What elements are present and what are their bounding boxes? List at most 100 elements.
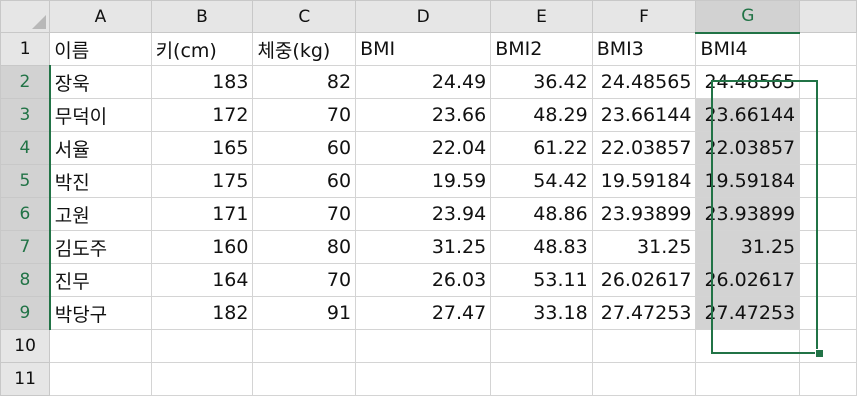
data-cell-d[interactable]: 23.66 [355, 98, 492, 132]
data-cell-g[interactable]: 23.93899 [695, 197, 801, 231]
empty-cell[interactable] [799, 197, 857, 231]
data-cell-f[interactable]: 27.47253 [591, 296, 697, 330]
empty-cell[interactable] [799, 32, 857, 66]
empty-cell[interactable] [591, 329, 697, 363]
data-cell-e[interactable]: 48.83 [490, 230, 593, 264]
row-header-5[interactable]: 5 [0, 164, 51, 198]
empty-cell[interactable] [799, 98, 857, 132]
data-cell-g[interactable]: 24.48565 [695, 65, 801, 99]
data-cell-c[interactable]: 82 [252, 65, 357, 99]
column-header-c[interactable]: C [252, 0, 357, 33]
empty-cell[interactable] [799, 362, 857, 396]
data-cell-d[interactable]: 22.04 [355, 131, 492, 165]
data-cell-b[interactable]: 172 [150, 98, 254, 132]
row-header-6[interactable]: 6 [0, 197, 51, 231]
data-cell-c[interactable]: 91 [252, 296, 357, 330]
header-cell-e[interactable]: BMI2 [490, 32, 593, 66]
row-header-2[interactable]: 2 [0, 65, 51, 99]
empty-cell[interactable] [695, 362, 801, 396]
data-cell-g[interactable]: 23.66144 [695, 98, 801, 132]
data-cell-g[interactable]: 31.25 [695, 230, 801, 264]
column-header-b[interactable]: B [150, 0, 254, 33]
empty-cell[interactable] [799, 296, 857, 330]
column-header-a[interactable]: A [49, 0, 152, 33]
data-cell-e[interactable]: 48.86 [490, 197, 593, 231]
data-cell-d[interactable]: 23.94 [355, 197, 492, 231]
row-header-11[interactable]: 11 [0, 362, 51, 396]
header-cell-a[interactable]: 이름 [49, 32, 152, 66]
select-all-corner[interactable] [0, 0, 51, 33]
empty-cell[interactable] [799, 164, 857, 198]
empty-cell[interactable] [49, 329, 152, 363]
data-cell-e[interactable]: 36.42 [490, 65, 593, 99]
data-cell-a[interactable]: 고원 [49, 197, 152, 231]
data-cell-f[interactable]: 31.25 [591, 230, 697, 264]
row-header-10[interactable]: 10 [0, 329, 51, 363]
data-cell-a[interactable]: 장욱 [49, 65, 152, 99]
empty-cell[interactable] [799, 329, 857, 363]
empty-cell[interactable] [799, 230, 857, 264]
data-cell-d[interactable]: 19.59 [355, 164, 492, 198]
data-cell-e[interactable]: 53.11 [490, 263, 593, 297]
column-header-f[interactable]: F [591, 0, 697, 33]
header-cell-g[interactable]: BMI4 [695, 32, 801, 66]
empty-cell[interactable] [591, 362, 697, 396]
data-cell-a[interactable]: 무덕이 [49, 98, 152, 132]
empty-cell[interactable] [490, 362, 593, 396]
row-header-1[interactable]: 1 [0, 32, 51, 66]
data-cell-g[interactable]: 27.47253 [695, 296, 801, 330]
header-cell-c[interactable]: 체중(kg) [252, 32, 357, 66]
data-cell-d[interactable]: 27.47 [355, 296, 492, 330]
data-cell-a[interactable]: 서율 [49, 131, 152, 165]
row-header-8[interactable]: 8 [0, 263, 51, 297]
header-cell-b[interactable]: 키(cm) [150, 32, 254, 66]
data-cell-a[interactable]: 김도주 [49, 230, 152, 264]
data-cell-a[interactable]: 박진 [49, 164, 152, 198]
data-cell-b[interactable]: 175 [150, 164, 254, 198]
data-cell-e[interactable]: 48.29 [490, 98, 593, 132]
data-cell-f[interactable]: 23.93899 [591, 197, 697, 231]
empty-cell[interactable] [799, 65, 857, 99]
data-cell-d[interactable]: 24.49 [355, 65, 492, 99]
empty-cell[interactable] [355, 362, 492, 396]
data-cell-b[interactable]: 160 [150, 230, 254, 264]
row-header-7[interactable]: 7 [0, 230, 51, 264]
data-cell-b[interactable]: 171 [150, 197, 254, 231]
data-cell-e[interactable]: 54.42 [490, 164, 593, 198]
data-cell-f[interactable]: 26.02617 [591, 263, 697, 297]
fill-handle[interactable] [815, 349, 824, 358]
data-cell-a[interactable]: 진무 [49, 263, 152, 297]
empty-cell[interactable] [355, 329, 492, 363]
data-cell-c[interactable]: 70 [252, 98, 357, 132]
column-header-g[interactable]: G [695, 0, 801, 34]
empty-cell[interactable] [799, 131, 857, 165]
data-cell-e[interactable]: 61.22 [490, 131, 593, 165]
column-header-d[interactable]: D [355, 0, 492, 33]
data-cell-c[interactable]: 60 [252, 164, 357, 198]
data-cell-g[interactable]: 22.03857 [695, 131, 801, 165]
empty-cell[interactable] [490, 329, 593, 363]
row-header-9[interactable]: 9 [0, 296, 51, 330]
data-cell-f[interactable]: 23.66144 [591, 98, 697, 132]
empty-cell[interactable] [252, 362, 357, 396]
empty-cell[interactable] [150, 329, 254, 363]
row-header-3[interactable]: 3 [0, 98, 51, 132]
data-cell-b[interactable]: 165 [150, 131, 254, 165]
data-cell-a[interactable]: 박당구 [49, 296, 152, 330]
data-cell-f[interactable]: 24.48565 [591, 65, 697, 99]
data-cell-c[interactable]: 60 [252, 131, 357, 165]
header-cell-d[interactable]: BMI [355, 32, 492, 66]
data-cell-g[interactable]: 26.02617 [695, 263, 801, 297]
column-header-e[interactable]: E [490, 0, 593, 33]
empty-cell[interactable] [150, 362, 254, 396]
data-cell-b[interactable]: 183 [150, 65, 254, 99]
empty-cell[interactable] [799, 263, 857, 297]
data-cell-d[interactable]: 26.03 [355, 263, 492, 297]
data-cell-b[interactable]: 164 [150, 263, 254, 297]
data-cell-c[interactable]: 70 [252, 263, 357, 297]
empty-cell[interactable] [49, 362, 152, 396]
data-cell-f[interactable]: 22.03857 [591, 131, 697, 165]
column-header-empty[interactable] [799, 0, 857, 33]
data-cell-b[interactable]: 182 [150, 296, 254, 330]
data-cell-c[interactable]: 70 [252, 197, 357, 231]
